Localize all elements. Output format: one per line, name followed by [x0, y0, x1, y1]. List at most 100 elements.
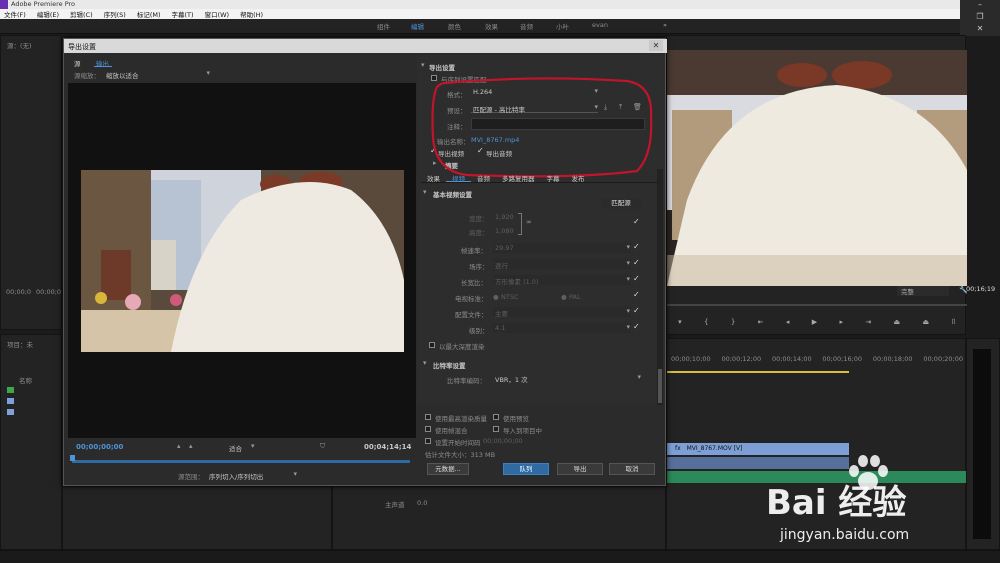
width-value[interactable]: 1,920	[495, 213, 514, 221]
step-back-icon[interactable]: ◂	[786, 318, 790, 330]
step-forward-icon[interactable]: ▸	[839, 318, 843, 330]
menu-title[interactable]: 字幕(T)	[172, 9, 194, 19]
menu-clip[interactable]: 剪辑(C)	[70, 9, 93, 19]
collapse-triangle-icon[interactable]: ▾	[423, 359, 427, 367]
preview-scrub-bar[interactable]	[72, 460, 410, 463]
profile-checkbox[interactable]: ✓	[633, 306, 640, 315]
match-source-button[interactable]: 匹配源	[601, 198, 641, 209]
radio-ntsc-icon[interactable]: ●	[493, 293, 499, 301]
level-checkbox[interactable]: ✓	[633, 322, 640, 331]
workspace-audio[interactable]: 音频	[520, 21, 533, 31]
close-icon[interactable]: ✕	[968, 24, 992, 34]
bitrate-encoding-select[interactable]: VBR，1 次 ▾	[493, 373, 641, 384]
go-to-in-icon[interactable]: ⇤	[758, 318, 764, 330]
max-depth-label: 以最大深度渲染	[439, 343, 485, 351]
tab-source[interactable]: 源	[74, 58, 81, 68]
mark-out-icon[interactable]: ▴	[189, 442, 193, 450]
workspace-color[interactable]: 颜色	[448, 21, 461, 31]
workspace-evan[interactable]: evan	[592, 21, 608, 29]
settings-scrollbar[interactable]	[657, 169, 663, 405]
radio-pal-icon[interactable]: ●	[561, 293, 567, 301]
queue-button[interactable]: 队列	[503, 463, 549, 475]
project-item-swatch-blue[interactable]	[7, 398, 14, 404]
export-button[interactable]: 导出	[557, 463, 603, 475]
level-select[interactable]: 4.1 ▾	[493, 323, 631, 333]
collapse-triangle-icon[interactable]: ▾	[423, 188, 427, 196]
tab-video[interactable]: 视频	[446, 169, 471, 183]
project-item-swatch-green[interactable]	[7, 387, 14, 393]
aspect-checkbox[interactable]: ✓	[633, 274, 640, 283]
tv-standard-checkbox[interactable]: ✓	[633, 290, 640, 299]
workspace-xiaoye[interactable]: 小叶	[556, 21, 569, 31]
workspace-assembly[interactable]: 组件	[377, 21, 390, 31]
tab-audio[interactable]: 音频	[471, 169, 496, 183]
zoom-select[interactable]: 完整	[897, 286, 949, 296]
bitrate-header[interactable]: 比特率设置	[433, 360, 466, 370]
lift-icon[interactable]: ⏏	[894, 318, 901, 330]
field-order-select[interactable]: 逐行 ▾	[493, 259, 631, 270]
use-preview-checkbox[interactable]	[493, 414, 499, 420]
baidu-watermark: Bai 经验 jingyan.baidu.com	[766, 455, 996, 555]
mark-in-icon[interactable]: {	[704, 318, 708, 330]
tab-captions[interactable]: 字幕	[541, 169, 566, 183]
program-timecode: 00;16;19	[966, 285, 996, 293]
work-area-bar[interactable]	[667, 371, 849, 373]
restore-icon[interactable]: ❐	[968, 12, 992, 22]
workspace-editing[interactable]: 编辑	[411, 21, 424, 31]
mark-out-icon[interactable]: }	[731, 318, 735, 330]
export-frame-icon[interactable]: ⌷	[951, 318, 955, 330]
framerate-checkbox[interactable]: ✓	[633, 242, 640, 251]
settings-scrollbar-thumb[interactable]	[658, 369, 662, 403]
menu-edit[interactable]: 编辑(E)	[37, 9, 59, 19]
chain-link-icon[interactable]: ∞	[526, 218, 532, 226]
aspect-correction-icon[interactable]: ⛉	[320, 442, 325, 451]
menu-sequence[interactable]: 序列(S)	[104, 9, 126, 19]
export-settings-header[interactable]: 导出设置	[429, 62, 455, 72]
source-range-select[interactable]: 序列切入/序列切出 ▾	[207, 469, 299, 481]
profile-select[interactable]: 主要 ▾	[493, 307, 631, 318]
chevron-down-icon[interactable]: ▾	[251, 442, 255, 450]
workspace-effects[interactable]: 效果	[485, 21, 498, 31]
timeline-ruler[interactable]: 00;00;10;00 00;00;12;00 00;00;14;00 00;0…	[667, 355, 967, 367]
minimize-icon[interactable]: –	[968, 0, 992, 10]
go-to-out-icon[interactable]: ⇥	[865, 318, 871, 330]
max-quality-checkbox[interactable]	[425, 414, 431, 420]
frame-blend-checkbox[interactable]	[425, 426, 431, 432]
program-scrub-bar[interactable]	[667, 304, 967, 306]
tab-effects[interactable]: 效果	[421, 169, 446, 183]
menu-help[interactable]: 帮助(H)	[240, 9, 263, 19]
import-project-checkbox[interactable]	[493, 426, 499, 432]
collapse-triangle-icon[interactable]: ▾	[421, 61, 425, 69]
project-item-swatch-blue-2[interactable]	[7, 409, 14, 415]
start-timecode-value[interactable]: 00;00;00;00	[483, 437, 523, 445]
playhead-handle[interactable]	[70, 455, 75, 461]
extract-icon[interactable]: ⏏	[923, 318, 930, 330]
framerate-select[interactable]: 29.97 ▾	[493, 243, 631, 253]
start-timecode-checkbox[interactable]	[425, 438, 431, 444]
dialog-close-icon[interactable]: ✕	[649, 40, 663, 51]
metadata-button[interactable]: 元数据...	[427, 463, 469, 475]
field-order-checkbox[interactable]: ✓	[633, 258, 640, 267]
aspect-select[interactable]: 方形像素 (1.0) ▾	[493, 275, 631, 286]
chevron-down-icon: ▾	[626, 243, 630, 251]
tab-publish[interactable]: 发布	[566, 169, 591, 183]
workspace-overflow-icon[interactable]: »	[663, 21, 667, 29]
mark-in-icon[interactable]: ▴	[177, 442, 181, 450]
tab-multiplexer[interactable]: 多路复用器	[496, 169, 541, 183]
play-icon[interactable]: ▶	[812, 318, 817, 330]
basic-video-header[interactable]: 基本视频设置	[433, 189, 472, 199]
source-scaling-select[interactable]: 缩放以适合 ▾	[104, 69, 212, 80]
menu-file[interactable]: 文件(F)	[4, 9, 26, 19]
height-value[interactable]: 1,080	[495, 227, 514, 235]
video-clip[interactable]: fx MVI_8767.MOV [V]	[667, 443, 849, 455]
width-height-checkbox[interactable]: ✓	[633, 217, 640, 226]
menu-marker[interactable]: 标记(M)	[137, 9, 161, 19]
max-depth-checkbox[interactable]	[429, 342, 435, 348]
add-marker-icon[interactable]: ▾	[678, 318, 682, 330]
aspect-label: 长宽比：	[461, 279, 487, 287]
preview-frame	[81, 170, 404, 352]
cancel-button[interactable]: 取消	[609, 463, 655, 475]
fit-select[interactable]: 适合	[229, 443, 242, 453]
menu-window[interactable]: 窗口(W)	[205, 9, 230, 19]
tab-output-underline	[94, 66, 112, 67]
